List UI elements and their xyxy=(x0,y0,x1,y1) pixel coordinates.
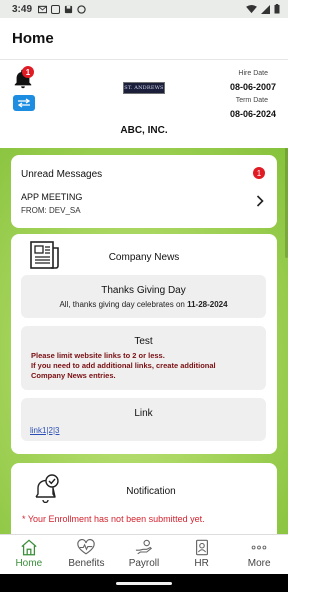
nav-hr-label: HR xyxy=(194,558,209,569)
scrollbar[interactable] xyxy=(285,148,288,258)
profile-header: 1 ST. ANDREWS ABC, INC. Hire Date 08-06-… xyxy=(0,60,288,148)
nav-benefits-label: Benefits xyxy=(68,558,105,569)
news-item-heading: Test xyxy=(134,336,153,347)
unread-messages-title: Unread Messages xyxy=(21,169,103,180)
hire-date-label: Hire Date xyxy=(238,70,268,77)
chevron-right-icon[interactable] xyxy=(256,195,264,207)
news-item-body: All, thanks giving day celebrates on 11-… xyxy=(59,300,228,309)
status-time: 3:49 xyxy=(12,3,33,15)
nav-more-label: More xyxy=(247,558,271,569)
enrollment-warning: * Your Enrollment has not been submitted… xyxy=(22,514,205,524)
more-dots-icon xyxy=(251,545,267,550)
home-icon xyxy=(21,539,37,556)
circle-status-icon xyxy=(77,4,86,14)
message-subject: APP MEETING xyxy=(21,192,83,202)
dashboard-content[interactable]: Unread Messages 1 APP MEETING FROM: DEV_… xyxy=(0,148,288,534)
news-item-heading: Thanks Giving Day xyxy=(101,285,186,296)
signal-icon xyxy=(261,4,270,14)
id-badge-icon xyxy=(195,539,208,556)
status-bar: 3:49 xyxy=(0,0,288,18)
swap-arrows-icon xyxy=(17,98,31,108)
notification-badge: 1 xyxy=(22,66,34,78)
nav-hr[interactable]: HR xyxy=(173,535,231,574)
status-notification-icons xyxy=(38,4,86,14)
app-bar: Home xyxy=(0,18,288,60)
nav-payroll[interactable]: Payroll xyxy=(115,535,173,574)
term-date-label: Term Date xyxy=(235,97,268,104)
news-item-body: Please limit website links to 2 or less.… xyxy=(31,351,216,380)
nav-home[interactable]: Home xyxy=(0,535,58,574)
notification-title: Notification xyxy=(126,486,176,497)
heart-pulse-icon xyxy=(77,539,96,555)
company-news-title: Company News xyxy=(108,252,180,263)
nav-payroll-label: Payroll xyxy=(128,558,160,569)
news-item[interactable]: Link link1|2|3 xyxy=(21,398,266,441)
sim-icon xyxy=(51,4,61,14)
system-navigation-bar xyxy=(0,574,288,592)
notification-card[interactable]: Notification * Your Enrollment has not b… xyxy=(11,463,277,534)
switch-account-button[interactable] xyxy=(13,95,35,111)
news-item[interactable]: Thanks Giving Day All, thanks giving day… xyxy=(21,275,266,318)
battery-icon xyxy=(274,4,280,14)
nav-benefits[interactable]: Benefits xyxy=(58,535,116,574)
company-name: ABC, INC. xyxy=(120,125,168,136)
save-icon xyxy=(64,5,73,13)
news-item[interactable]: Test Please limit website links to 2 or … xyxy=(21,326,266,390)
mail-icon xyxy=(38,5,48,13)
wifi-icon xyxy=(246,4,257,13)
hire-date-value: 08-06-2007 xyxy=(229,82,276,92)
hand-money-icon xyxy=(135,539,152,555)
status-system-icons xyxy=(246,4,280,14)
nav-home-label: Home xyxy=(15,558,43,569)
bottom-navigation: Home Benefits Payroll HR More xyxy=(0,534,288,574)
message-sender: FROM: DEV_SA xyxy=(21,206,81,215)
news-item-heading: Link xyxy=(134,408,153,419)
unread-count-badge: 1 xyxy=(253,167,265,179)
home-gesture-handle[interactable] xyxy=(116,582,172,585)
news-item-date: 11-28-2024 xyxy=(187,300,228,309)
page-title: Home xyxy=(12,30,54,47)
company-news-card: Company News Thanks Giving Day All, than… xyxy=(11,234,277,454)
unread-messages-card[interactable]: Unread Messages 1 APP MEETING FROM: DEV_… xyxy=(11,155,277,228)
nav-more[interactable]: More xyxy=(230,535,288,574)
company-logo: ST. ANDREWS xyxy=(123,82,165,94)
news-item-link[interactable]: link1|2|3 xyxy=(21,426,266,435)
term-date-value: 08-06-2024 xyxy=(229,109,276,119)
